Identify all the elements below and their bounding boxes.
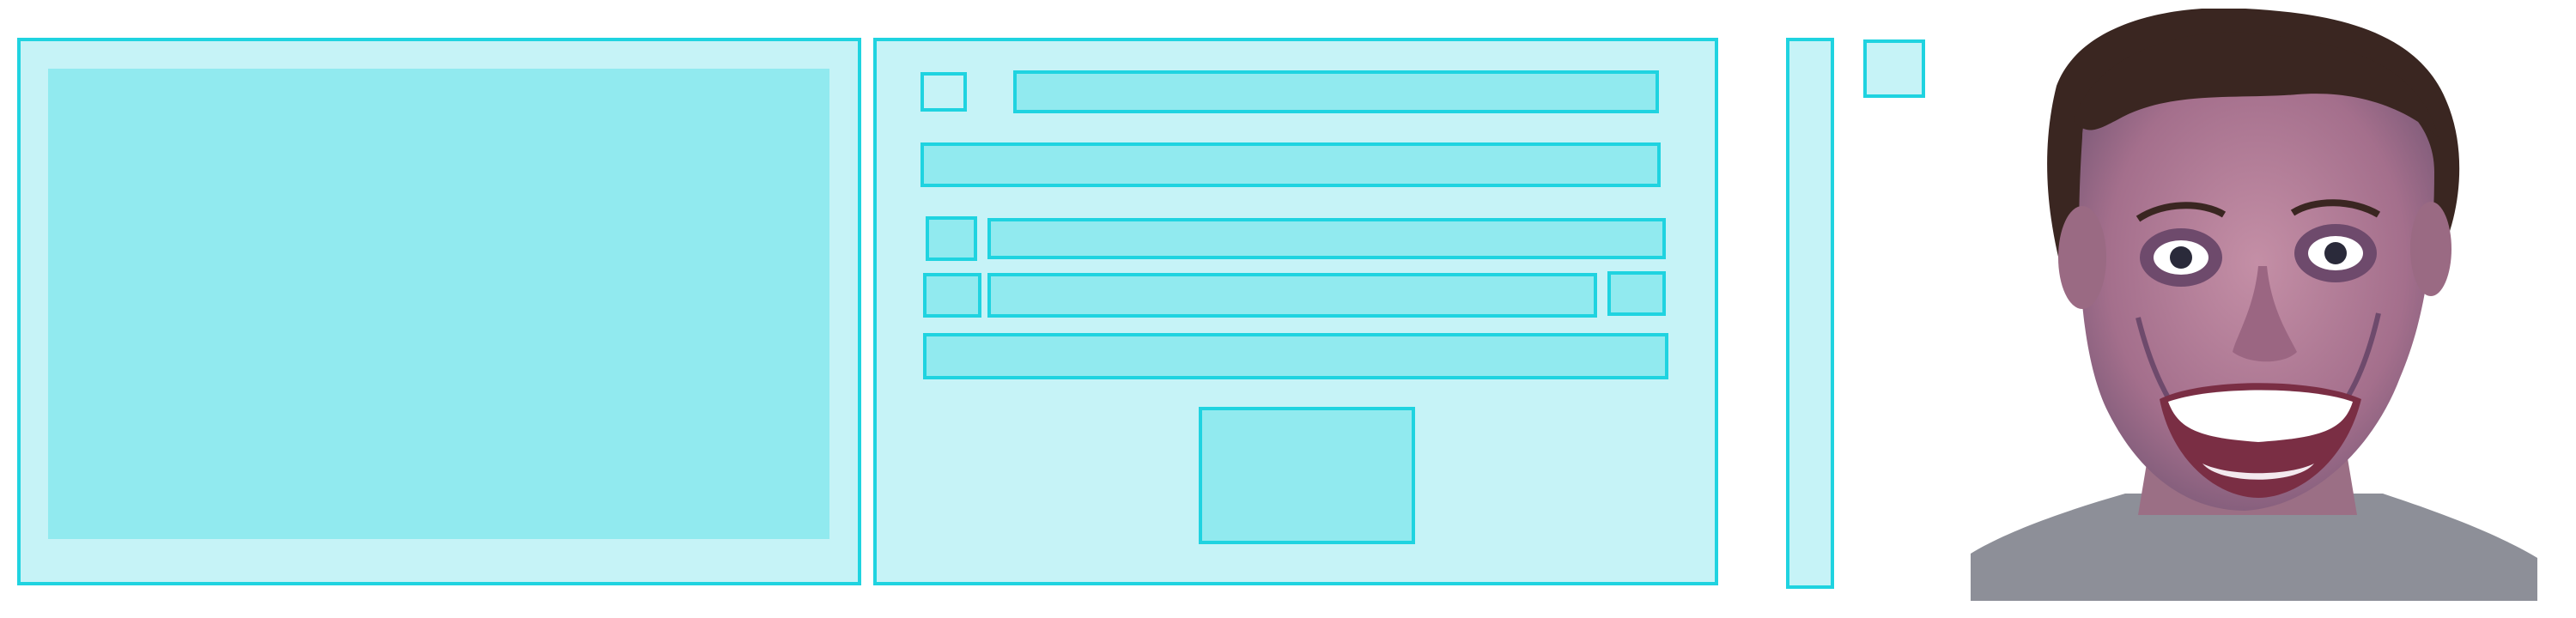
image-placeholder-panel xyxy=(17,38,861,585)
form-field-1[interactable] xyxy=(920,142,1661,187)
form-title-bar xyxy=(1013,70,1659,113)
image-placeholder-area xyxy=(48,69,829,539)
form-checkbox-1[interactable] xyxy=(926,216,977,261)
form-checkbox-2[interactable] xyxy=(923,273,981,318)
form-side-button[interactable] xyxy=(1607,271,1666,316)
form-field-3[interactable] xyxy=(987,273,1597,318)
form-field-4[interactable] xyxy=(923,333,1668,379)
form-logo-icon xyxy=(920,72,967,112)
form-submit-button[interactable] xyxy=(1199,407,1415,544)
face-photo xyxy=(1953,9,2555,601)
small-square-button[interactable] xyxy=(1863,39,1925,98)
vertical-scrollbar[interactable] xyxy=(1786,38,1834,589)
form-field-2[interactable] xyxy=(987,218,1666,259)
